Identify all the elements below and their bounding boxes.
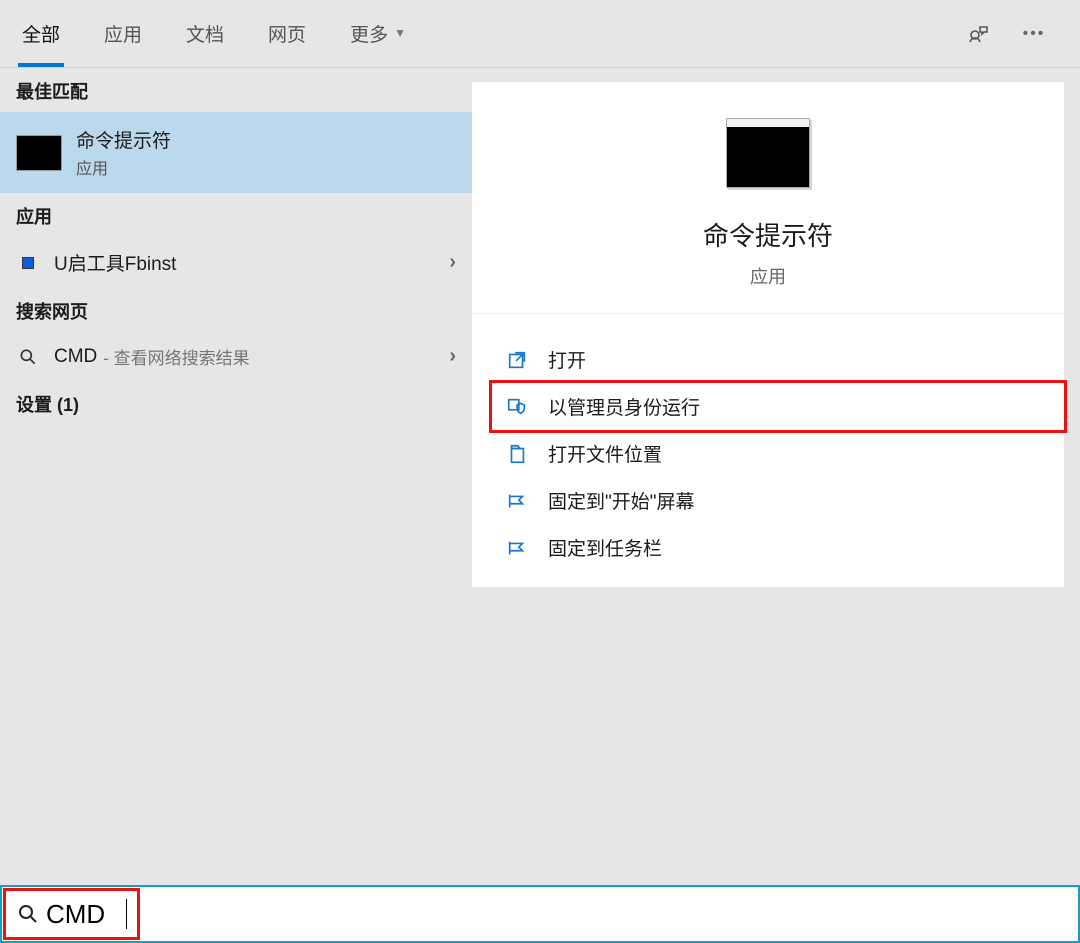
tab-group: 全部 应用 文档 网页 更多 ▼ — [0, 0, 428, 67]
detail-title: 命令提示符 — [703, 216, 833, 253]
action-open[interactable]: 打开 — [492, 336, 1064, 383]
action-open-location-label: 打开文件位置 — [548, 440, 662, 467]
tab-web[interactable]: 网页 — [246, 0, 328, 67]
text-caret — [126, 899, 127, 929]
web-result-term: CMD — [54, 346, 97, 368]
action-list: 打开 以管理员身份运行 打开文件位置 — [472, 314, 1064, 571]
tab-docs[interactable]: 文档 — [164, 0, 246, 67]
best-match-title: 命令提示符 — [76, 126, 171, 153]
web-result-row[interactable]: CMD - 查看网络搜索结果 › — [0, 332, 472, 381]
settings-heading: 设置 (1) — [0, 381, 472, 425]
action-run-as-admin-label: 以管理员身份运行 — [548, 393, 700, 420]
action-pin-start-label: 固定到"开始"屏幕 — [548, 487, 695, 514]
search-icon — [16, 902, 40, 926]
tab-all[interactable]: 全部 — [0, 0, 82, 67]
more-options-icon[interactable]: ••• — [1020, 20, 1048, 48]
cmd-large-icon — [726, 118, 810, 188]
search-box-highlight — [6, 891, 137, 937]
cmd-thumbnail-icon — [16, 135, 62, 171]
tab-more-label: 更多 — [350, 20, 388, 47]
best-match-heading: 最佳匹配 — [0, 68, 472, 112]
action-run-as-admin[interactable]: 以管理员身份运行 — [492, 383, 1064, 430]
search-input[interactable] — [46, 899, 126, 930]
action-open-location[interactable]: 打开文件位置 — [492, 430, 1064, 477]
results-list: 最佳匹配 命令提示符 应用 应用 U启工具Fbinst › 搜索网页 CMD -… — [0, 68, 472, 885]
action-pin-taskbar[interactable]: 固定到任务栏 — [492, 524, 1064, 571]
detail-subtitle: 应用 — [750, 263, 786, 289]
top-actions: ••• — [964, 20, 1068, 48]
app-icon — [16, 251, 40, 275]
search-content: 最佳匹配 命令提示符 应用 应用 U启工具Fbinst › 搜索网页 CMD -… — [0, 68, 1080, 885]
folder-icon — [504, 441, 530, 467]
best-match-subtitle: 应用 — [76, 155, 171, 179]
open-icon — [504, 347, 530, 373]
detail-panel: 命令提示符 应用 打开 以管理员身份运行 — [472, 82, 1064, 587]
app-result-label: U启工具Fbinst — [54, 249, 176, 276]
tab-more[interactable]: 更多 ▼ — [328, 0, 428, 67]
search-tabs: 全部 应用 文档 网页 更多 ▼ ••• — [0, 0, 1080, 68]
action-open-label: 打开 — [548, 346, 586, 373]
apps-heading: 应用 — [0, 193, 472, 237]
best-match-item[interactable]: 命令提示符 应用 — [0, 112, 472, 193]
pin-icon — [504, 488, 530, 514]
web-heading: 搜索网页 — [0, 288, 472, 332]
best-match-text: 命令提示符 应用 — [76, 126, 171, 179]
feedback-icon[interactable] — [964, 20, 992, 48]
detail-column: 命令提示符 应用 打开 以管理员身份运行 — [472, 68, 1080, 885]
detail-header: 命令提示符 应用 — [472, 82, 1064, 314]
chevron-down-icon: ▼ — [394, 26, 406, 40]
action-pin-start[interactable]: 固定到"开始"屏幕 — [492, 477, 1064, 524]
app-result-row[interactable]: U启工具Fbinst › — [0, 237, 472, 288]
shield-run-icon — [504, 394, 530, 420]
search-bar[interactable] — [0, 885, 1080, 943]
search-icon — [16, 345, 40, 369]
chevron-right-icon: › — [449, 251, 456, 274]
tab-apps[interactable]: 应用 — [82, 0, 164, 67]
pin-icon — [504, 535, 530, 561]
web-result-hint: - 查看网络搜索结果 — [103, 344, 249, 369]
chevron-right-icon: › — [449, 345, 456, 368]
action-pin-taskbar-label: 固定到任务栏 — [548, 534, 662, 561]
